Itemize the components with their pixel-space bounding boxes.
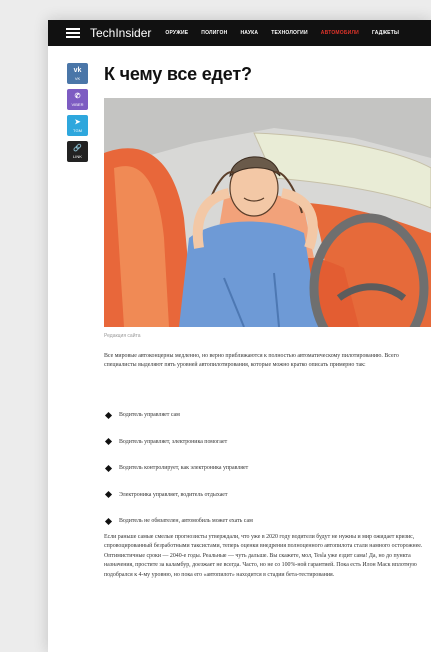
list-item: Водитель не обязателен, автомобиль может… xyxy=(104,517,253,525)
nav-item-weapons[interactable]: ОРУЖИЕ xyxy=(165,30,188,36)
image-caption: Редакция сайта xyxy=(104,333,141,339)
diamond-bullet-icon xyxy=(104,437,113,446)
level-2-text: Водитель управляет, электроника помогает xyxy=(119,438,228,445)
article-intro: Все мировые автоконцерны медленно, но ве… xyxy=(104,353,399,369)
share-link-label: LINK xyxy=(73,153,82,159)
share-telegram-button[interactable]: ➤ TGM xyxy=(67,115,88,136)
article-conclusion: Если раньше самые смелые прогнозисты утв… xyxy=(104,534,423,578)
share-vk-label: VK xyxy=(74,75,81,81)
nav-item-science[interactable]: НАУКА xyxy=(240,30,258,36)
share-viber-button[interactable]: ✆ VIBER xyxy=(67,89,88,110)
nav-item-cars[interactable]: АВТОМОБИЛИ xyxy=(321,30,359,36)
list-item: Водитель контролирует, как электроника у… xyxy=(104,464,253,472)
level-1-text: Водитель управляет сам xyxy=(119,412,180,418)
list-item: Водитель управляет, электроника помогает xyxy=(104,437,253,446)
level-5-text: Водитель не обязателен, автомобиль может… xyxy=(119,518,253,524)
nav-item-gadgets[interactable]: ГАДЖЕТЫ xyxy=(372,30,399,36)
list-item: Водитель управляет сам xyxy=(104,411,253,419)
level-4-text: Электроника управляет, водитель отдыхает xyxy=(119,491,228,498)
share-telegram-label: TGM xyxy=(73,127,82,133)
nav-item-technology[interactable]: ТЕХНОЛОГИИ xyxy=(271,30,308,36)
viber-icon: ✆ xyxy=(74,92,81,100)
link-icon: 🔗 xyxy=(73,144,82,152)
diamond-bullet-icon xyxy=(104,490,113,499)
page-frame: TechInsider ОРУЖИЕ ПОЛИГОН НАУКА ТЕХНОЛО… xyxy=(48,20,431,652)
top-navbar: TechInsider ОРУЖИЕ ПОЛИГОН НАУКА ТЕХНОЛО… xyxy=(48,20,431,46)
share-vk-button[interactable]: vk VK xyxy=(67,63,88,84)
share-viber-label: VIBER xyxy=(71,101,84,107)
autopilot-levels-list: Водитель управляет сам Водитель управляе… xyxy=(104,411,253,545)
list-item: Электроника управляет, водитель отдыхает xyxy=(104,490,253,499)
article-title: К чему все едет? xyxy=(104,64,252,84)
diamond-bullet-icon xyxy=(104,464,113,472)
menu-icon[interactable] xyxy=(66,28,80,38)
nav-item-polygon[interactable]: ПОЛИГОН xyxy=(201,30,227,36)
share-link-button[interactable]: 🔗 LINK xyxy=(67,141,88,162)
hero-image xyxy=(104,98,431,327)
level-3-text: Водитель контролирует, как электроника у… xyxy=(119,465,249,471)
diamond-bullet-icon xyxy=(104,411,113,419)
telegram-icon: ➤ xyxy=(74,118,81,126)
vk-icon: vk xyxy=(73,66,82,74)
site-logo[interactable]: TechInsider xyxy=(90,26,151,40)
diamond-bullet-icon xyxy=(104,517,113,525)
